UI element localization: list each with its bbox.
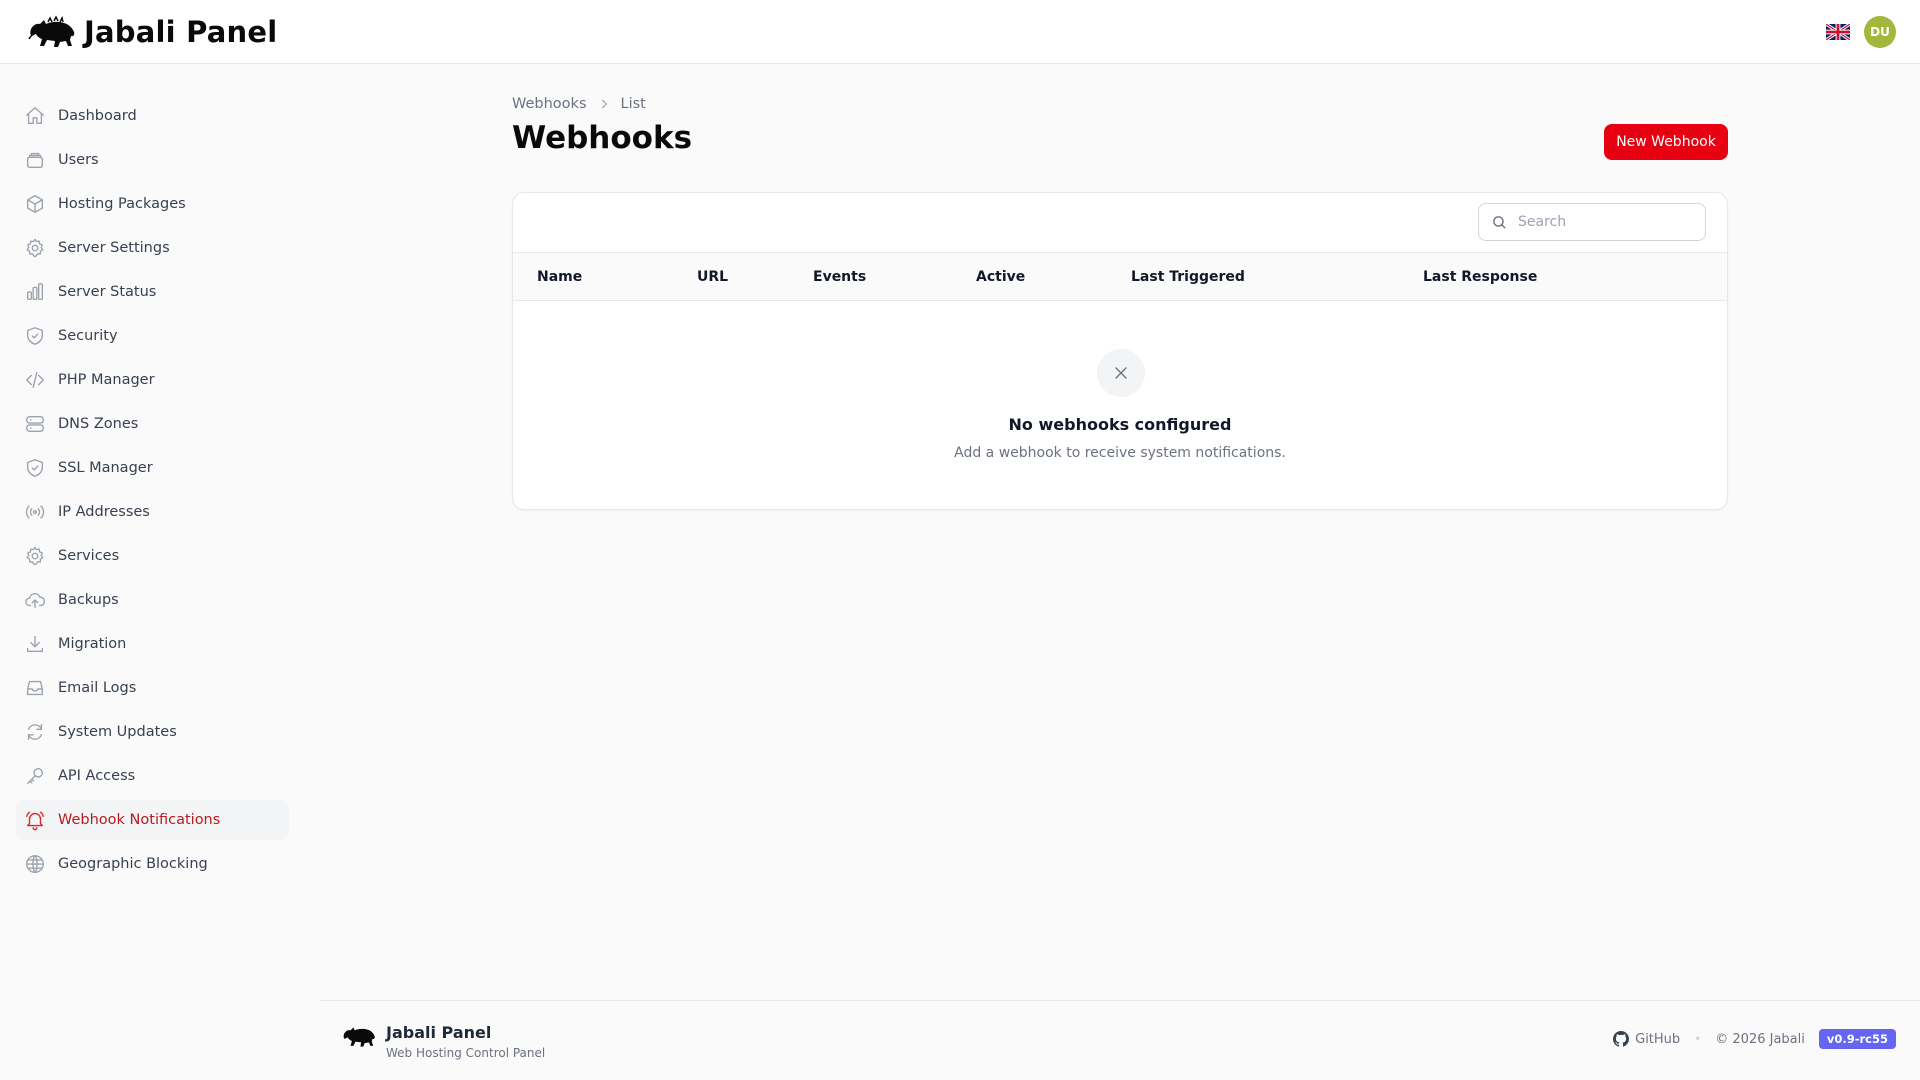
github-link[interactable]: GitHub — [1613, 1031, 1680, 1047]
footer-tagline: Web Hosting Control Panel — [386, 1046, 546, 1060]
footer-app-name: Jabali Panel — [386, 1023, 492, 1042]
sidebar-item-api-access[interactable]: API Access — [16, 756, 289, 796]
footer-separator: • — [1694, 1032, 1702, 1046]
sidebar-item-label: API Access — [58, 768, 136, 784]
sidebar-item-services[interactable]: Services — [16, 536, 289, 576]
shield-icon — [26, 327, 44, 345]
shield-check-icon — [26, 459, 44, 477]
page-title: Webhooks — [512, 120, 693, 156]
download-icon — [26, 635, 44, 653]
sidebar-item-geographic-blocking[interactable]: Geographic Blocking — [16, 844, 289, 884]
sidebar-item-label: Server Settings — [58, 240, 170, 256]
code-icon — [26, 371, 44, 389]
globe-icon — [26, 855, 44, 873]
footer-copyright: © 2026 Jabali — [1715, 1031, 1805, 1047]
search-input[interactable] — [1518, 214, 1688, 230]
sidebar-item-php-manager[interactable]: PHP Manager — [16, 360, 289, 400]
sidebar-item-label: Dashboard — [58, 108, 137, 124]
sidebar-item-label: Server Status — [58, 284, 157, 300]
github-label: GitHub — [1635, 1031, 1681, 1047]
server-icon — [26, 415, 44, 433]
column-header-last-response[interactable]: Last Response — [1423, 269, 1537, 285]
search-box[interactable] — [1478, 203, 1706, 241]
bell-icon — [26, 811, 44, 831]
table-toolbar — [513, 193, 1727, 253]
empty-state-description: Add a webhook to receive system notifica… — [954, 445, 1286, 461]
cube-icon — [26, 195, 44, 213]
footer-brand: Jabali Panel Web Hosting Control Panel — [342, 1023, 545, 1060]
sidebar-item-label: DNS Zones — [58, 416, 139, 432]
inbox-icon — [26, 680, 44, 696]
search-icon — [1493, 215, 1506, 229]
webhooks-table-card: Name URL Events Active Last Triggered La… — [512, 192, 1728, 510]
column-header-url[interactable]: URL — [697, 269, 728, 285]
sidebar-item-users[interactable]: Users — [16, 140, 289, 180]
boar-logo-icon — [343, 1027, 375, 1047]
column-header-active[interactable]: Active — [976, 269, 1025, 285]
users-icon — [26, 152, 44, 169]
brand[interactable]: Jabali Panel — [28, 15, 277, 49]
user-avatar[interactable]: DU — [1864, 15, 1896, 48]
cloud-upload-icon — [25, 593, 46, 609]
sidebar-item-label: System Updates — [58, 724, 177, 740]
sidebar-item-label: Geographic Blocking — [58, 856, 208, 872]
sidebar-item-dashboard[interactable]: Dashboard — [16, 96, 289, 136]
sidebar-item-dns-zones[interactable]: DNS Zones — [16, 404, 289, 444]
column-header-name[interactable]: Name — [537, 269, 582, 285]
version-badge: v0.9-rc55 — [1818, 1029, 1896, 1049]
gear-icon — [26, 238, 44, 257]
sidebar-item-system-updates[interactable]: System Updates — [16, 712, 289, 752]
table-header: Name URL Events Active Last Triggered La… — [513, 253, 1727, 301]
sidebar-item-label: Users — [58, 152, 99, 168]
sidebar-item-label: Webhook Notifications — [58, 812, 221, 828]
sidebar-item-label: IP Addresses — [58, 504, 150, 520]
home-icon — [26, 107, 44, 125]
sidebar-item-migration[interactable]: Migration — [16, 624, 289, 664]
x-icon — [1115, 367, 1127, 379]
sidebar-item-label: Migration — [58, 636, 127, 652]
breadcrumb: Webhooks List — [512, 96, 646, 112]
sidebar-item-label: Email Logs — [58, 680, 137, 696]
sidebar-item-server-settings[interactable]: Server Settings — [16, 228, 289, 268]
sidebar-item-ip-addresses[interactable]: IP Addresses — [16, 492, 289, 532]
sidebar-item-label: Hosting Packages — [58, 196, 186, 212]
sidebar-item-server-status[interactable]: Server Status — [16, 272, 289, 312]
sidebar-item-webhook-notifications[interactable]: Webhook Notifications — [16, 800, 289, 840]
key-icon — [26, 767, 44, 785]
sidebar-item-ssl-manager[interactable]: SSL Manager — [16, 448, 289, 488]
empty-state-title: No webhooks configured — [1008, 415, 1232, 434]
empty-state-icon-circle — [1097, 349, 1145, 397]
sidebar-item-label: SSL Manager — [58, 460, 153, 476]
sidebar-item-security[interactable]: Security — [16, 316, 289, 356]
sidebar-item-email-logs[interactable]: Email Logs — [16, 668, 289, 708]
breadcrumb-parent[interactable]: Webhooks — [512, 96, 587, 112]
signal-icon — [25, 505, 45, 519]
top-bar: Jabali Panel DU — [0, 0, 1920, 64]
sidebar-item-label: Backups — [58, 592, 119, 608]
sidebar-item-backups[interactable]: Backups — [16, 580, 289, 620]
boar-logo-icon — [28, 14, 75, 47]
footer: Jabali Panel Web Hosting Control Panel G… — [320, 1000, 1920, 1080]
empty-state: No webhooks configured Add a webhook to … — [513, 301, 1727, 509]
brand-name: Jabali Panel — [84, 14, 278, 49]
sidebar-item-label: Security — [58, 328, 118, 344]
sidebar-item-label: PHP Manager — [58, 372, 155, 388]
new-webhook-button[interactable]: New Webhook — [1604, 124, 1728, 160]
column-header-last-triggered[interactable]: Last Triggered — [1131, 269, 1245, 285]
cog-icon — [26, 546, 44, 565]
sidebar: Dashboard Users Hosting Packages Server … — [16, 96, 289, 888]
breadcrumb-current: List — [620, 96, 646, 112]
column-header-events[interactable]: Events — [813, 269, 866, 285]
sidebar-item-hosting-packages[interactable]: Hosting Packages — [16, 184, 289, 224]
sidebar-item-label: Services — [58, 548, 120, 564]
uk-flag-icon[interactable] — [1826, 23, 1850, 40]
chart-bar-icon — [26, 283, 44, 301]
chevron-right-icon — [601, 99, 607, 109]
github-icon — [1613, 1031, 1630, 1047]
refresh-icon — [27, 723, 43, 741]
